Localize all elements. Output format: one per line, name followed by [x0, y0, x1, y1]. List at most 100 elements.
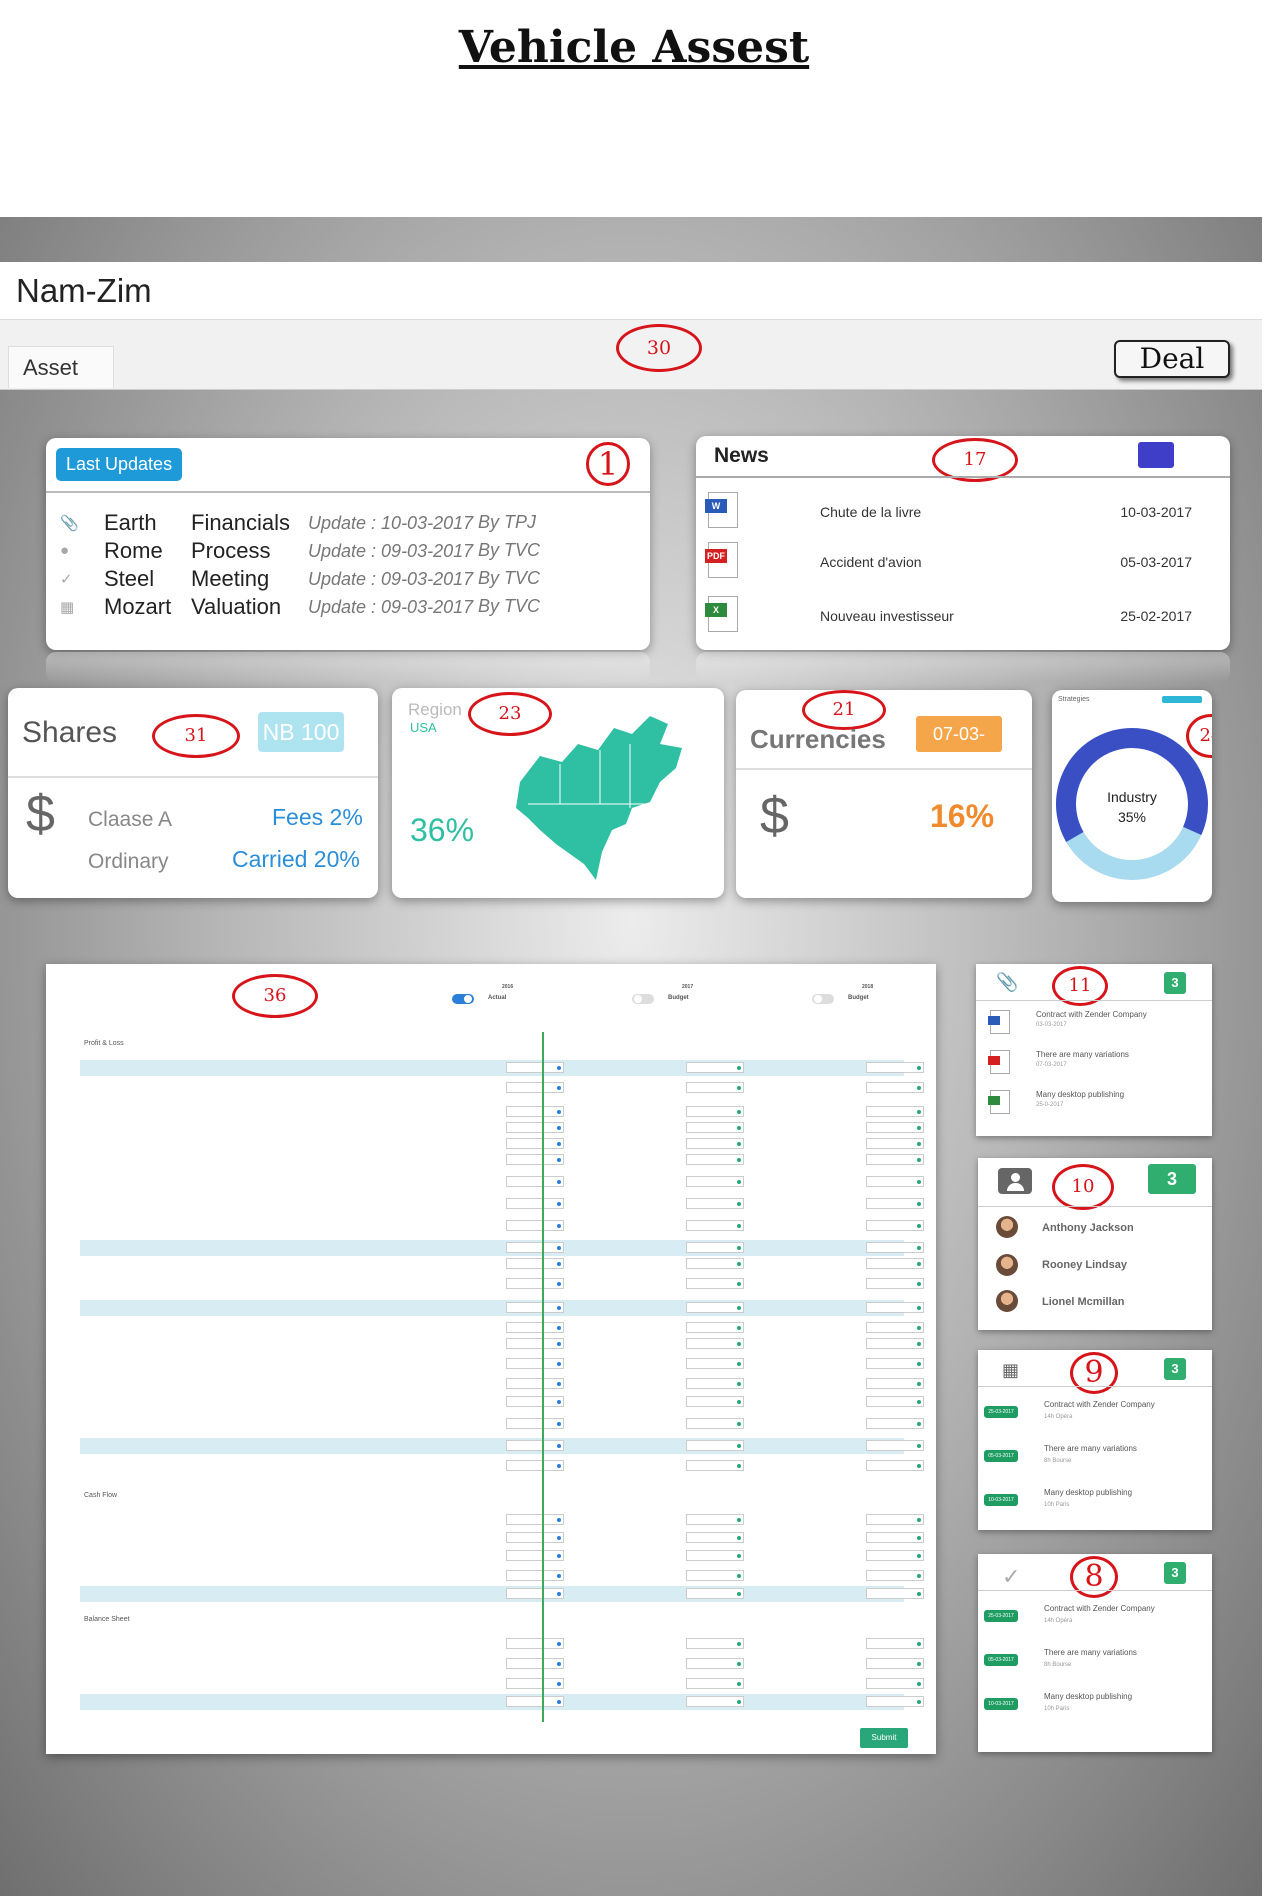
value-input[interactable] — [686, 1658, 744, 1669]
value-input[interactable] — [686, 1418, 744, 1429]
value-input[interactable] — [686, 1258, 744, 1269]
toggle-switch[interactable] — [812, 994, 834, 1004]
value-input[interactable] — [506, 1638, 564, 1649]
value-input[interactable] — [506, 1588, 564, 1599]
value-input[interactable] — [686, 1440, 744, 1451]
list-item[interactable]: W Chute de la livre 10-03-2017 — [696, 490, 1230, 534]
value-input[interactable] — [686, 1696, 744, 1707]
value-input[interactable] — [506, 1358, 564, 1369]
value-input[interactable] — [686, 1570, 744, 1581]
value-input[interactable] — [506, 1106, 564, 1117]
value-input[interactable] — [866, 1378, 924, 1389]
value-input[interactable] — [506, 1460, 564, 1471]
value-input[interactable] — [506, 1678, 564, 1689]
value-input[interactable] — [686, 1154, 744, 1165]
value-input[interactable] — [506, 1658, 564, 1669]
value-input[interactable] — [506, 1550, 564, 1561]
value-input[interactable] — [506, 1322, 564, 1333]
value-input[interactable] — [686, 1460, 744, 1471]
value-input[interactable] — [686, 1588, 744, 1599]
event-title[interactable]: There are many variations — [1044, 1444, 1137, 1453]
value-input[interactable] — [506, 1440, 564, 1451]
value-input[interactable] — [866, 1514, 924, 1525]
toggle-switch[interactable] — [452, 994, 474, 1004]
value-input[interactable] — [866, 1696, 924, 1707]
value-input[interactable] — [506, 1082, 564, 1093]
toggle-switch[interactable] — [632, 994, 654, 1004]
value-input[interactable] — [686, 1176, 744, 1187]
value-input[interactable] — [866, 1322, 924, 1333]
list-item[interactable]: PDF Accident d'avion 05-03-2017 — [696, 540, 1230, 584]
value-input[interactable] — [506, 1154, 564, 1165]
value-input[interactable] — [686, 1138, 744, 1149]
value-input[interactable] — [686, 1062, 744, 1073]
value-input[interactable] — [866, 1106, 924, 1117]
value-input[interactable] — [506, 1532, 564, 1543]
value-input[interactable] — [866, 1242, 924, 1253]
value-input[interactable] — [506, 1258, 564, 1269]
list-item[interactable]: ● Rome Process Update : 09-03-2017 By TV… — [46, 538, 650, 566]
value-input[interactable] — [686, 1278, 744, 1289]
value-input[interactable] — [686, 1532, 744, 1543]
contact-name[interactable]: Rooney Lindsay — [1042, 1259, 1127, 1271]
value-input[interactable] — [686, 1106, 744, 1117]
news-menu-button[interactable] — [1138, 442, 1174, 468]
value-input[interactable] — [866, 1154, 924, 1165]
value-input[interactable] — [866, 1338, 924, 1349]
event-title[interactable]: Many desktop publishing — [1044, 1488, 1132, 1497]
contact-name[interactable]: Lionel Mcmillan — [1042, 1296, 1125, 1308]
value-input[interactable] — [686, 1396, 744, 1407]
value-input[interactable] — [866, 1638, 924, 1649]
value-input[interactable] — [866, 1440, 924, 1451]
value-input[interactable] — [866, 1588, 924, 1599]
list-item[interactable]: 📎 Earth Financials Update : 10-03-2017 B… — [46, 510, 650, 538]
value-input[interactable] — [506, 1278, 564, 1289]
deal-button[interactable]: Deal — [1114, 340, 1230, 378]
value-input[interactable] — [866, 1302, 924, 1313]
event-title[interactable]: Many desktop publishing — [1044, 1692, 1132, 1701]
event-title[interactable]: There are many variations — [1044, 1648, 1137, 1657]
tab-asset[interactable]: Asset — [8, 346, 114, 388]
value-input[interactable] — [506, 1338, 564, 1349]
value-input[interactable] — [866, 1550, 924, 1561]
value-input[interactable] — [506, 1514, 564, 1525]
value-input[interactable] — [686, 1322, 744, 1333]
value-input[interactable] — [866, 1258, 924, 1269]
value-input[interactable] — [686, 1198, 744, 1209]
strategies-badge[interactable] — [1162, 696, 1202, 703]
value-input[interactable] — [866, 1570, 924, 1581]
value-input[interactable] — [506, 1198, 564, 1209]
contact-name[interactable]: Anthony Jackson — [1042, 1222, 1134, 1234]
value-input[interactable] — [686, 1220, 744, 1231]
value-input[interactable] — [866, 1678, 924, 1689]
value-input[interactable] — [686, 1378, 744, 1389]
value-input[interactable] — [866, 1220, 924, 1231]
value-input[interactable] — [506, 1242, 564, 1253]
value-input[interactable] — [686, 1550, 744, 1561]
value-input[interactable] — [866, 1658, 924, 1669]
value-input[interactable] — [686, 1358, 744, 1369]
value-input[interactable] — [686, 1122, 744, 1133]
value-input[interactable] — [866, 1198, 924, 1209]
value-input[interactable] — [506, 1396, 564, 1407]
value-input[interactable] — [506, 1378, 564, 1389]
event-title[interactable]: Contract with Zender Company — [1044, 1604, 1155, 1613]
value-input[interactable] — [506, 1220, 564, 1231]
value-input[interactable] — [686, 1338, 744, 1349]
document-title[interactable]: Contract with Zender Company — [1036, 1010, 1147, 1019]
list-item[interactable]: ▦ Mozart Valuation Update : 09-03-2017 B… — [46, 594, 650, 622]
value-input[interactable] — [866, 1062, 924, 1073]
value-input[interactable] — [506, 1122, 564, 1133]
last-updates-badge[interactable]: Last Updates — [56, 448, 183, 481]
value-input[interactable] — [686, 1302, 744, 1313]
value-input[interactable] — [686, 1242, 744, 1253]
value-input[interactable] — [866, 1358, 924, 1369]
value-input[interactable] — [866, 1460, 924, 1471]
value-input[interactable] — [506, 1570, 564, 1581]
value-input[interactable] — [506, 1696, 564, 1707]
value-input[interactable] — [506, 1302, 564, 1313]
value-input[interactable] — [686, 1638, 744, 1649]
document-title[interactable]: There are many variations — [1036, 1050, 1129, 1059]
value-input[interactable] — [866, 1176, 924, 1187]
value-input[interactable] — [866, 1396, 924, 1407]
